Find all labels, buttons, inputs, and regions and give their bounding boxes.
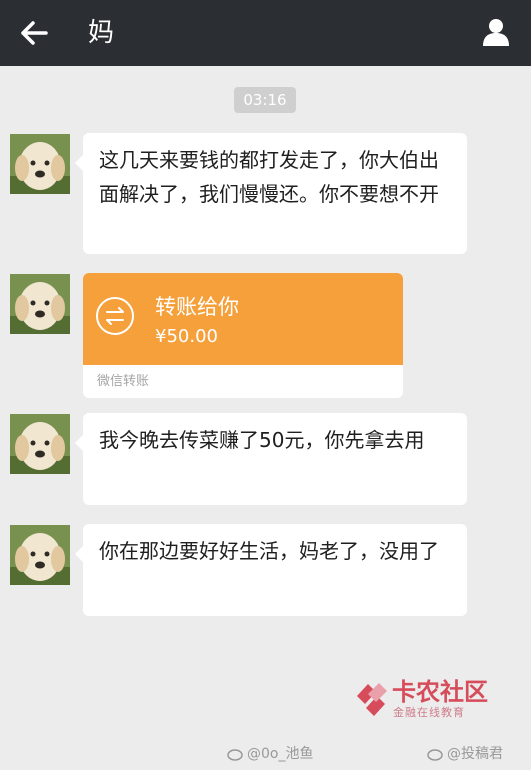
- footer-credit-1: @0o_池鱼: [227, 742, 327, 766]
- footer-credit-2: @投稿君: [427, 742, 527, 766]
- dog-avatar-image: [10, 134, 70, 194]
- message-text: 这几天来要钱的都打发走了，你大伯出面解决了，我们慢慢还。你不要想不开: [99, 148, 439, 206]
- dog-avatar-image: [10, 414, 70, 474]
- weibo-icon: [427, 749, 443, 761]
- transfer-card[interactable]: 转账给你 ¥50.00 微信转账: [83, 273, 403, 398]
- avatar[interactable]: [10, 274, 70, 334]
- transfer-source: 微信转账: [97, 374, 150, 389]
- avatar[interactable]: [10, 414, 70, 474]
- weibo-icon: [227, 749, 243, 761]
- back-button[interactable]: [16, 16, 52, 50]
- avatar[interactable]: [10, 525, 70, 585]
- message-text: 你在那边要好好生活，妈老了，没用了: [99, 539, 439, 563]
- message-bubble: 你在那边要好好生活，妈老了，没用了: [75, 524, 467, 616]
- person-icon: [483, 19, 509, 46]
- watermark: 卡农社区 金融在线教育: [352, 678, 492, 720]
- transfer-icon: [96, 297, 134, 335]
- avatar[interactable]: [10, 134, 70, 194]
- chat-title: 妈: [88, 18, 115, 48]
- message-text: 我今晚去传菜赚了50元，你先拿去用: [99, 428, 425, 452]
- profile-button[interactable]: [479, 15, 513, 49]
- dog-avatar-image: [10, 525, 70, 585]
- kanong-logo-icon: [357, 683, 387, 716]
- watermark-title: 卡农社区: [392, 678, 488, 706]
- message-bubble: 我今晚去传菜赚了50元，你先拿去用: [75, 413, 467, 505]
- dog-avatar-image: [10, 274, 70, 334]
- credit-text: @0o_池鱼: [247, 746, 314, 762]
- watermark-subtitle: 金融在线教育: [393, 706, 465, 719]
- credit-text: @投稿君: [447, 746, 503, 762]
- arrow-left-icon: [21, 21, 48, 45]
- message-bubble: 这几天来要钱的都打发走了，你大伯出面解决了，我们慢慢还。你不要想不开: [75, 133, 467, 254]
- transfer-title: 转账给你: [155, 295, 239, 319]
- transfer-amount: ¥50.00: [155, 326, 218, 347]
- top-bar: 妈: [0, 0, 531, 66]
- timestamp-badge: 03:16: [234, 87, 296, 113]
